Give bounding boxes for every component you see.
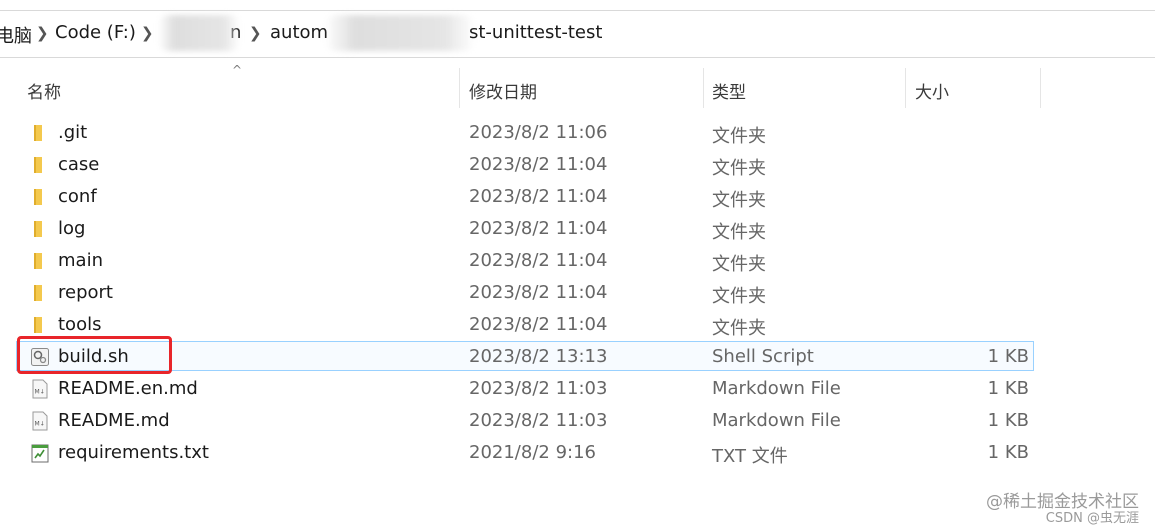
file-name: requirements.txt [58,442,209,463]
file-size: 1 KB [987,442,1029,463]
file-type: Markdown File [712,378,841,399]
column-divider[interactable] [905,68,906,108]
file-row-tools[interactable]: tools 2023/8/2 11:04 文件夹 [0,309,1155,341]
file-row-case[interactable]: case 2023/8/2 11:04 文件夹 [0,149,1155,181]
markdown-file-icon: M↓ [32,379,48,399]
file-row-main[interactable]: main 2023/8/2 11:04 文件夹 [0,245,1155,277]
file-date: 2023/8/2 11:03 [469,410,608,431]
file-type: 文件夹 [712,158,766,179]
folder-icon [34,253,42,269]
file-date: 2023/8/2 13:13 [469,346,608,367]
file-size: 1 KB [987,410,1029,431]
file-date: 2023/8/2 11:06 [469,122,608,143]
breadcrumb-item-folder2[interactable]: autom [270,22,328,43]
folder-icon [34,157,42,173]
file-row-report[interactable]: report 2023/8/2 11:04 文件夹 [0,277,1155,309]
file-name: log [58,218,86,239]
file-date: 2023/8/2 11:04 [469,282,608,303]
file-row-readme-md[interactable]: M↓ README.md 2023/8/2 11:03 Markdown Fil… [0,405,1155,437]
file-name: case [58,154,100,175]
file-type: 文件夹 [712,254,766,275]
annotation-highlight-box [17,336,172,374]
file-row-requirements-txt[interactable]: requirements.txt 2021/8/2 9:16 TXT 文件 1 … [0,437,1155,469]
sort-up-icon: ^ [232,63,243,77]
file-type: 文件夹 [712,286,766,307]
column-header-type[interactable]: 类型 [712,78,746,103]
column-header-name[interactable]: 名称 [27,78,61,103]
svg-text:M↓: M↓ [35,389,45,396]
redacted-blur [158,15,240,51]
breadcrumb-item-drive[interactable]: Code (F:) [55,22,136,43]
column-header-size[interactable]: 大小 [915,78,949,103]
folder-icon [34,285,42,301]
file-type: Shell Script [712,346,814,367]
folder-icon [34,189,42,205]
file-date: 2023/8/2 11:04 [469,154,608,175]
file-size: 1 KB [987,378,1029,399]
breadcrumb-item-folder3[interactable]: st-unittest-test [469,22,602,43]
breadcrumb-item-pc[interactable]: 电脑 [0,22,32,48]
redacted-blur [325,15,475,51]
markdown-file-icon: M↓ [32,411,48,431]
file-type: 文件夹 [712,222,766,243]
file-date: 2023/8/2 11:04 [469,314,608,335]
column-divider[interactable] [1040,68,1041,108]
address-bar[interactable]: 电脑 ❯ Code (F:) ❯ n ❯ autom st-unittest-t… [0,10,1155,58]
text-file-icon [31,444,49,463]
column-divider[interactable] [703,68,704,108]
folder-icon [34,125,42,141]
file-row-log[interactable]: log 2023/8/2 11:04 文件夹 [0,213,1155,245]
column-divider[interactable] [459,68,460,108]
file-name: report [58,282,113,303]
chevron-right-icon[interactable]: ❯ [141,24,154,42]
file-row-conf[interactable]: conf 2023/8/2 11:04 文件夹 [0,181,1155,213]
file-date: 2023/8/2 11:04 [469,218,608,239]
file-list: .git 2023/8/2 11:06 文件夹 case 2023/8/2 11… [0,117,1155,469]
chevron-right-icon[interactable]: ❯ [36,24,49,42]
file-name: main [58,250,103,271]
file-date: 2023/8/2 11:03 [469,378,608,399]
file-size: 1 KB [987,346,1029,367]
file-name: tools [58,314,102,335]
file-row-readme-en-md[interactable]: M↓ README.en.md 2023/8/2 11:03 Markdown … [0,373,1155,405]
file-type: TXT 文件 [712,446,788,467]
column-headers: ^ 名称 修改日期 类型 大小 [0,58,1155,110]
file-date: 2021/8/2 9:16 [469,442,596,463]
file-row-build-sh[interactable]: build.sh 2023/8/2 13:13 Shell Script 1 K… [0,336,1155,374]
file-type: 文件夹 [712,318,766,339]
file-name: .git [58,122,88,143]
file-name: conf [58,186,97,207]
file-date: 2023/8/2 11:04 [469,250,608,271]
file-type: Markdown File [712,410,841,431]
folder-icon [34,221,42,237]
folder-icon [34,317,42,333]
file-row-git[interactable]: .git 2023/8/2 11:06 文件夹 [0,117,1155,149]
watermark-csdn: CSDN @虫无涯 [1045,511,1139,526]
svg-text:M↓: M↓ [35,421,45,428]
file-type: 文件夹 [712,126,766,147]
file-name: README.en.md [58,378,198,399]
file-type: 文件夹 [712,190,766,211]
file-date: 2023/8/2 11:04 [469,186,608,207]
file-name: README.md [58,410,170,431]
column-header-date[interactable]: 修改日期 [469,78,537,103]
chevron-right-icon[interactable]: ❯ [249,24,262,42]
